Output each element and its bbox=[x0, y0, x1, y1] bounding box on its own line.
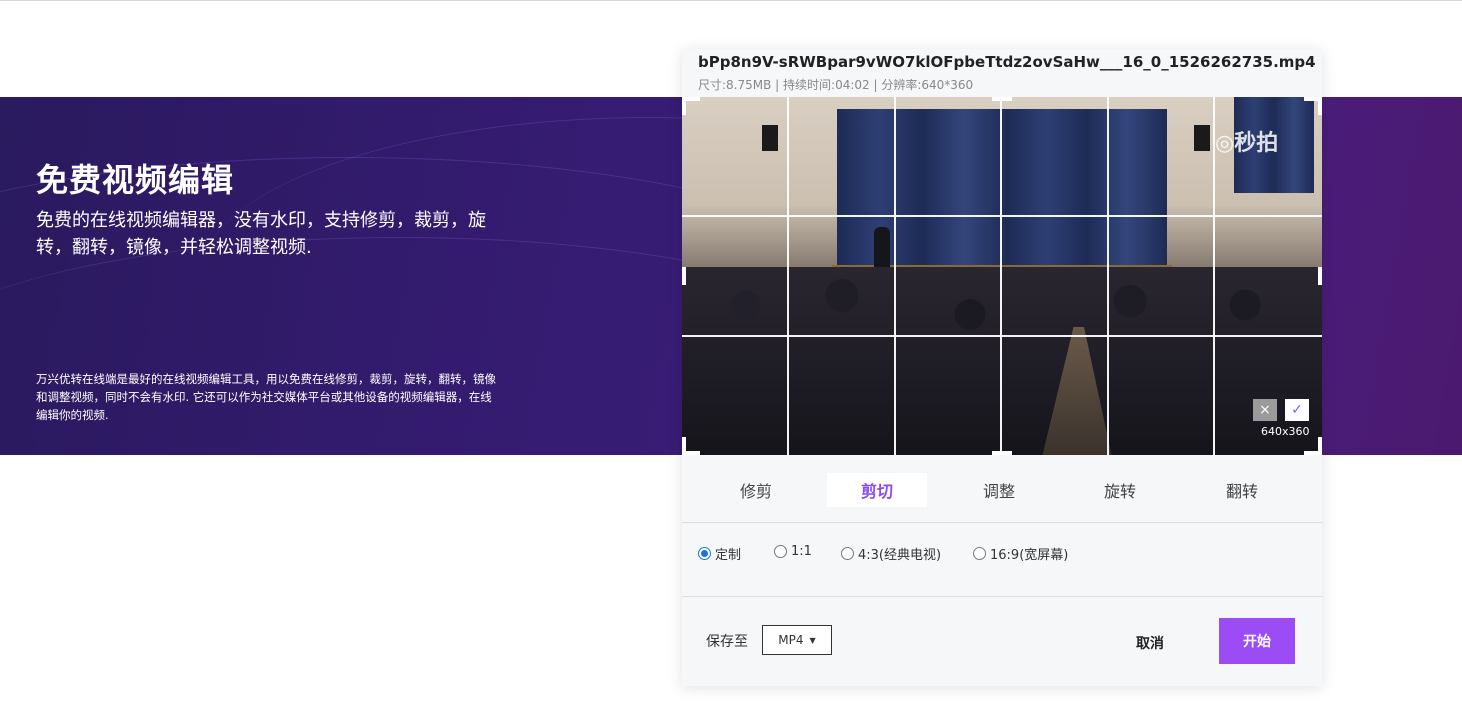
crop-confirm-button[interactable]: ✓ bbox=[1285, 399, 1309, 421]
top-divider bbox=[0, 0, 1462, 1]
chevron-down-icon: ▼ bbox=[809, 635, 816, 645]
ratio-label: 16:9(宽屏幕) bbox=[990, 548, 1069, 563]
crop-handle-bottom-left[interactable] bbox=[682, 437, 686, 455]
ratio-label: 定制 bbox=[715, 548, 742, 563]
radio-button[interactable] bbox=[841, 547, 854, 560]
format-value: MP4 bbox=[778, 633, 804, 647]
crop-grid-line bbox=[682, 215, 1322, 217]
hero-subtitle: 免费的在线视频编辑器，没有水印，支持修剪，裁剪，旋转，翻转，镜像，并轻松调整视频… bbox=[36, 210, 486, 258]
cancel-button[interactable]: 取消 bbox=[1136, 633, 1164, 653]
wall-speaker bbox=[762, 125, 778, 151]
section-divider bbox=[682, 596, 1322, 597]
start-button[interactable]: 开始 bbox=[1219, 618, 1295, 664]
crop-grid-line bbox=[1107, 97, 1109, 455]
editor-tabs: 修剪 剪切 调整 旋转 翻转 bbox=[682, 473, 1322, 507]
wall-speaker bbox=[1194, 125, 1210, 151]
ratio-label: 1:1 bbox=[791, 544, 812, 559]
crop-size-readout: 640x360 bbox=[1261, 425, 1310, 438]
video-preview[interactable]: ◎秒拍 × ✓ 640x360 bbox=[682, 97, 1322, 455]
save-to-label: 保存至 bbox=[706, 634, 748, 650]
ratio-16-9[interactable]: 16:9(宽屏幕) bbox=[973, 544, 1068, 563]
tab-flip[interactable]: 翻转 bbox=[1192, 473, 1292, 507]
format-select[interactable]: MP4 ▼ bbox=[762, 625, 832, 655]
crop-cancel-button[interactable]: × bbox=[1253, 399, 1277, 421]
ratio-label: 4:3(经典电视) bbox=[858, 548, 942, 563]
crop-grid-line bbox=[1213, 97, 1215, 455]
file-meta: 尺寸:8.75MB | 持续时间:04:02 | 分辨率:640*360 bbox=[698, 78, 974, 92]
stage-curtain bbox=[837, 109, 1007, 277]
presenter-figure bbox=[874, 227, 890, 269]
tab-rotate[interactable]: 旋转 bbox=[1070, 473, 1170, 507]
crop-grid-line bbox=[894, 97, 896, 455]
crop-grid-line bbox=[1000, 97, 1002, 455]
radio-button[interactable] bbox=[774, 545, 787, 558]
tab-crop[interactable]: 剪切 bbox=[827, 473, 927, 507]
video-editor-panel: bPp8n9V-sRWBpar9vWO7klOFpbeTtdz2ovSaHw__… bbox=[682, 49, 1322, 686]
tab-adjust[interactable]: 调整 bbox=[949, 473, 1049, 507]
section-divider bbox=[682, 522, 1322, 523]
close-icon: × bbox=[1259, 402, 1271, 418]
radio-button[interactable] bbox=[698, 547, 711, 560]
crop-handle-bottom[interactable] bbox=[992, 451, 1012, 455]
crop-grid-line bbox=[682, 335, 1322, 337]
hero-description: 万兴优转在线端是最好的在线视频编辑工具，用以免费在线修剪，裁剪，旋转，翻转，镜像… bbox=[36, 372, 496, 422]
file-name: bPp8n9V-sRWBpar9vWO7klOFpbeTtdz2ovSaHw__… bbox=[698, 53, 1316, 71]
ratio-custom[interactable]: 定制 bbox=[698, 544, 741, 563]
ratio-4-3[interactable]: 4:3(经典电视) bbox=[841, 544, 941, 563]
audience bbox=[682, 267, 1322, 455]
hero-title: 免费视频编辑 bbox=[36, 161, 235, 199]
video-watermark: ◎秒拍 bbox=[1215, 131, 1279, 156]
crop-handle-top-right[interactable] bbox=[1318, 97, 1322, 115]
radio-button[interactable] bbox=[973, 547, 986, 560]
crop-handle-right[interactable] bbox=[1318, 267, 1322, 285]
tab-trim[interactable]: 修剪 bbox=[706, 473, 806, 507]
stage-curtain bbox=[1007, 109, 1167, 277]
crop-handle-top-left[interactable] bbox=[682, 97, 686, 115]
check-icon: ✓ bbox=[1291, 402, 1303, 418]
crop-handle-bottom-right[interactable] bbox=[1318, 437, 1322, 455]
crop-handle-top[interactable] bbox=[992, 97, 1012, 101]
crop-grid-line bbox=[787, 97, 789, 455]
crop-handle-left[interactable] bbox=[682, 267, 686, 285]
ratio-1-1[interactable]: 1:1 bbox=[774, 544, 812, 559]
